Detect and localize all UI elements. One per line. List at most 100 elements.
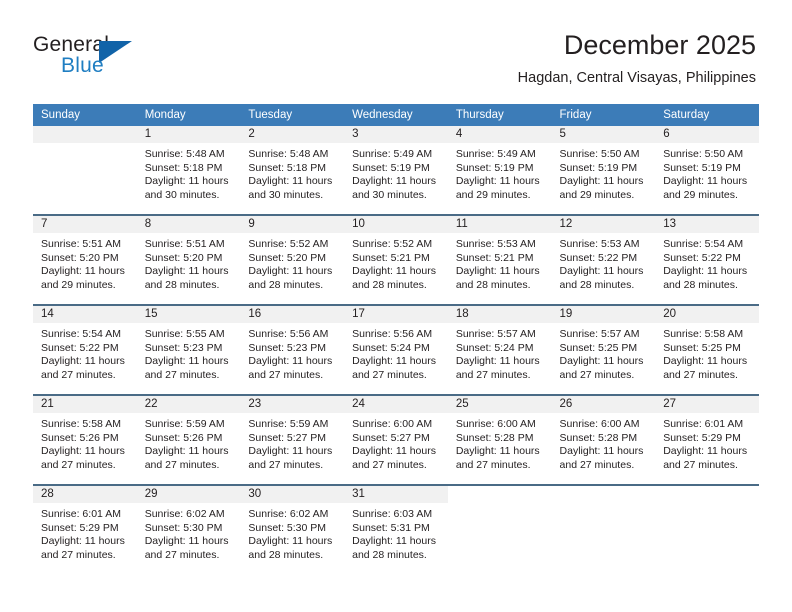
calendar-day-cell[interactable]: 21 Sunrise: 5:58 AM Sunset: 5:26 PM Dayligh…	[33, 394, 137, 485]
day-details: Sunrise: 5:56 AM Sunset: 5:24 PM Daylight:…	[344, 323, 448, 382]
sunrise-text: Sunrise: 5:56 AM	[248, 328, 329, 340]
calendar-day-cell[interactable]: 5 Sunrise: 5:50 AM Sunset: 5:19 PM Daylight…	[551, 126, 656, 215]
calendar-day-cell[interactable]: 26 Sunrise: 6:00 AM Sunset: 5:28 PM Dayligh…	[551, 394, 656, 485]
weekday-header-row: Sunday Monday Tuesday Wednesday Thursday…	[33, 104, 759, 126]
day-details: Sunrise: 5:57 AM Sunset: 5:25 PM Daylight:…	[552, 323, 656, 382]
sunset-text: Sunset: 5:26 PM	[41, 431, 119, 444]
sunset-text: Sunset: 5:23 PM	[248, 341, 327, 354]
calendar-day-cell[interactable]: 20 Sunrise: 5:58 AM Sunset: 5:25 PM Dayligh…	[655, 304, 759, 395]
sunrise-text: Sunrise: 5:55 AM	[144, 328, 225, 340]
day-details: Sunrise: 5:54 AM Sunset: 5:22 PM Daylight:…	[655, 233, 759, 292]
day-number: 20	[655, 306, 759, 323]
sunrise-text: Sunrise: 5:51 AM	[41, 238, 121, 250]
day-number: 23	[240, 396, 345, 413]
triangle-logo-icon	[99, 41, 132, 63]
day-number: 5	[551, 126, 656, 143]
daylight-text: Daylight: 11 hours and 27 minutes.	[663, 355, 748, 381]
sunrise-text: Sunrise: 5:52 AM	[352, 238, 433, 250]
sunset-text: Sunset: 5:19 PM	[559, 161, 638, 174]
sunset-text: Sunset: 5:28 PM	[455, 431, 534, 444]
sunset-text: Sunset: 5:24 PM	[352, 341, 430, 354]
calendar-day-cell[interactable]: 28 Sunrise: 6:01 AM Sunset: 5:29 PM Dayligh…	[33, 484, 137, 574]
calendar-day-cell[interactable]: 7 Sunrise: 5:51 AM Sunset: 5:20 PM Daylight…	[33, 214, 137, 305]
sunrise-text: Sunrise: 5:48 AM	[144, 148, 225, 160]
day-details: Sunrise: 5:52 AM Sunset: 5:20 PM Daylight:…	[240, 233, 344, 292]
day-number: 25	[447, 396, 552, 413]
day-number: 2	[240, 126, 345, 143]
day-details: Sunrise: 6:02 AM Sunset: 5:30 PM Daylight:…	[240, 503, 344, 562]
day-details: Sunrise: 5:49 AM Sunset: 5:19 PM Daylight:…	[344, 143, 448, 202]
calendar-day-cell[interactable]: 17 Sunrise: 5:56 AM Sunset: 5:24 PM Dayligh…	[344, 304, 448, 395]
daylight-text: Daylight: 11 hours and 27 minutes.	[41, 355, 125, 381]
day-number: 6	[655, 126, 759, 143]
calendar-day-cell[interactable]: 11 Sunrise: 5:53 AM Sunset: 5:21 PM Dayligh…	[447, 214, 552, 305]
day-number: 30	[240, 486, 345, 503]
title-block: December 2025 Hagdan, Central Visayas, P…	[518, 28, 756, 88]
daylight-text: Daylight: 11 hours and 27 minutes.	[144, 445, 229, 471]
calendar-day-cell[interactable]: 12 Sunrise: 5:53 AM Sunset: 5:22 PM Dayligh…	[551, 214, 656, 305]
day-details: Sunrise: 6:00 AM Sunset: 5:27 PM Daylight:…	[344, 413, 448, 472]
calendar-day-cell[interactable]: 15 Sunrise: 5:55 AM Sunset: 5:23 PM Dayligh…	[136, 304, 241, 395]
calendar-day-cell[interactable]: 8 Sunrise: 5:51 AM Sunset: 5:20 PM Daylight…	[136, 214, 241, 305]
sunset-text: Sunset: 5:28 PM	[559, 431, 638, 444]
brand-logo[interactable]: General Blue	[33, 33, 163, 81]
day-number: 3	[344, 126, 448, 143]
calendar-day-cell[interactable]: 3 Sunrise: 5:49 AM Sunset: 5:19 PM Daylight…	[344, 126, 448, 215]
day-number: 21	[33, 396, 137, 413]
calendar-day-cell[interactable]: 19 Sunrise: 5:57 AM Sunset: 5:25 PM Dayligh…	[551, 304, 656, 395]
calendar-day-cell[interactable]: 22 Sunrise: 5:59 AM Sunset: 5:26 PM Dayligh…	[136, 394, 241, 485]
daylight-text: Daylight: 11 hours and 27 minutes.	[41, 445, 125, 471]
daylight-text: Daylight: 11 hours and 27 minutes.	[144, 355, 229, 381]
sunrise-text: Sunrise: 6:02 AM	[144, 508, 225, 520]
calendar-day-cell[interactable]: 30 Sunrise: 6:02 AM Sunset: 5:30 PM Dayligh…	[240, 484, 345, 574]
day-details: Sunrise: 5:48 AM Sunset: 5:18 PM Daylight:…	[137, 143, 241, 202]
sunrise-text: Sunrise: 5:57 AM	[455, 328, 536, 340]
daylight-text: Daylight: 11 hours and 29 minutes.	[41, 265, 125, 291]
calendar-day-cell[interactable]: 29 Sunrise: 6:02 AM Sunset: 5:30 PM Dayligh…	[136, 484, 241, 574]
daylight-text: Daylight: 11 hours and 30 minutes.	[248, 175, 333, 201]
calendar-day-cell[interactable]: 4 Sunrise: 5:49 AM Sunset: 5:19 PM Daylight…	[447, 126, 552, 215]
calendar-day-cell[interactable]: 23 Sunrise: 5:59 AM Sunset: 5:27 PM Dayligh…	[240, 394, 345, 485]
daylight-text: Daylight: 11 hours and 27 minutes.	[455, 355, 540, 381]
calendar-day-cell[interactable]: 9 Sunrise: 5:52 AM Sunset: 5:20 PM Daylight…	[240, 214, 345, 305]
sunrise-text: Sunrise: 6:00 AM	[352, 418, 433, 430]
calendar-day-cell[interactable]: 14 Sunrise: 5:54 AM Sunset: 5:22 PM Dayligh…	[33, 304, 137, 395]
sunrise-text: Sunrise: 5:50 AM	[559, 148, 640, 160]
sunset-text: Sunset: 5:20 PM	[41, 251, 119, 264]
calendar-body: 1 Sunrise: 5:48 AM Sunset: 5:18 PM Daylight…	[33, 126, 759, 574]
weekday-header-wednesday: Wednesday	[344, 104, 448, 126]
daylight-text: Daylight: 11 hours and 27 minutes.	[248, 445, 333, 471]
calendar-day-cell[interactable]: 2 Sunrise: 5:48 AM Sunset: 5:18 PM Daylight…	[240, 126, 345, 215]
sunset-text: Sunset: 5:18 PM	[248, 161, 327, 174]
calendar-day-cell[interactable]: 18 Sunrise: 5:57 AM Sunset: 5:24 PM Dayligh…	[447, 304, 552, 395]
daylight-text: Daylight: 11 hours and 28 minutes.	[663, 265, 748, 291]
calendar-cell-empty	[655, 484, 759, 574]
day-details: Sunrise: 5:59 AM Sunset: 5:26 PM Daylight:…	[137, 413, 241, 472]
weekday-header-saturday: Saturday	[655, 104, 759, 126]
day-number: 31	[344, 486, 448, 503]
sunrise-text: Sunrise: 5:53 AM	[455, 238, 536, 250]
sunset-text: Sunset: 5:24 PM	[455, 341, 534, 354]
day-number: 17	[344, 306, 448, 323]
calendar-day-cell[interactable]: 10 Sunrise: 5:52 AM Sunset: 5:21 PM Dayligh…	[344, 214, 448, 305]
daylight-text: Daylight: 11 hours and 28 minutes.	[455, 265, 540, 291]
sunrise-text: Sunrise: 5:54 AM	[41, 328, 121, 340]
calendar-cell-empty	[33, 126, 137, 215]
daylight-text: Daylight: 11 hours and 28 minutes.	[144, 265, 229, 291]
day-number: 15	[136, 306, 241, 323]
calendar-day-cell[interactable]: 6 Sunrise: 5:50 AM Sunset: 5:19 PM Daylight…	[655, 126, 759, 215]
sunrise-text: Sunrise: 6:01 AM	[41, 508, 121, 520]
calendar-day-cell[interactable]: 27 Sunrise: 6:01 AM Sunset: 5:29 PM Dayligh…	[655, 394, 759, 485]
calendar-day-cell[interactable]: 16 Sunrise: 5:56 AM Sunset: 5:23 PM Dayligh…	[240, 304, 345, 395]
daylight-text: Daylight: 11 hours and 28 minutes.	[559, 265, 644, 291]
day-number	[551, 486, 656, 503]
day-number: 10	[344, 216, 448, 233]
sunrise-text: Sunrise: 5:58 AM	[41, 418, 121, 430]
calendar-day-cell[interactable]: 1 Sunrise: 5:48 AM Sunset: 5:18 PM Daylight…	[136, 126, 241, 215]
sunset-text: Sunset: 5:22 PM	[663, 251, 741, 264]
calendar-day-cell[interactable]: 24 Sunrise: 6:00 AM Sunset: 5:27 PM Dayligh…	[344, 394, 448, 485]
calendar-day-cell[interactable]: 13 Sunrise: 5:54 AM Sunset: 5:22 PM Dayligh…	[655, 214, 759, 305]
calendar-day-cell[interactable]: 31 Sunrise: 6:03 AM Sunset: 5:31 PM Dayligh…	[344, 484, 448, 574]
sunset-text: Sunset: 5:30 PM	[144, 521, 223, 534]
calendar-day-cell[interactable]: 25 Sunrise: 6:00 AM Sunset: 5:28 PM Dayligh…	[447, 394, 552, 485]
